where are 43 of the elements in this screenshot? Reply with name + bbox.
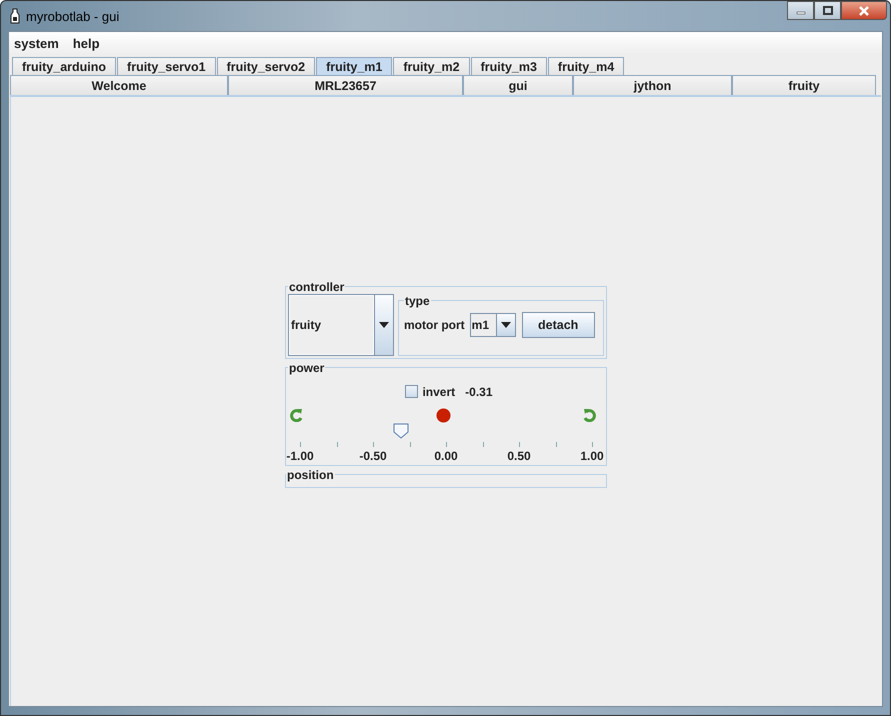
caret-icon — [379, 322, 389, 328]
invert-checkbox[interactable] — [405, 385, 418, 398]
tab[interactable]: jython — [573, 75, 732, 95]
invert-label: invert — [422, 384, 456, 398]
tab[interactable]: fruity_arduino — [12, 57, 116, 75]
maximize-icon — [822, 6, 832, 15]
tab[interactable]: fruity — [732, 75, 876, 95]
detach-button[interactable]: detach — [522, 312, 595, 338]
menu-item[interactable]: help — [72, 36, 100, 50]
caret-icon — [500, 322, 511, 328]
tab[interactable]: fruity_servo1 — [117, 57, 216, 75]
tab[interactable]: fruity_m4 — [548, 57, 624, 75]
port-dropdown[interactable]: m1 — [470, 312, 516, 336]
close-icon — [858, 6, 870, 16]
group-title: power — [288, 360, 326, 374]
tab[interactable]: fruity_m2 — [393, 57, 470, 75]
app-icon — [10, 8, 20, 24]
tab[interactable]: fruity_m3 — [470, 57, 547, 75]
tab[interactable]: fruity_m1 — [316, 57, 392, 75]
close-button[interactable] — [841, 1, 887, 20]
tick-label: 1.00 — [580, 448, 604, 462]
rotate-right-icon[interactable] — [582, 408, 596, 422]
tab[interactable]: Welcome — [10, 75, 228, 95]
controller-dropdown[interactable]: fruity — [288, 294, 394, 356]
maximize-button[interactable] — [814, 1, 841, 20]
tick-label: 0.50 — [507, 448, 531, 462]
window-title: myrobotlab - gui — [26, 8, 120, 24]
minimize-button[interactable] — [787, 1, 814, 20]
power-reading: -0.31 — [465, 384, 493, 398]
slider-thumb[interactable] — [392, 422, 409, 438]
tick-label: -1.00 — [286, 448, 314, 462]
tab[interactable]: fruity_servo2 — [216, 57, 316, 75]
status-light-icon — [436, 408, 450, 422]
rotate-left-icon[interactable] — [290, 408, 304, 422]
motor-port-label: motor port — [404, 318, 465, 332]
tab[interactable]: MRL23657 — [228, 75, 463, 95]
tick-label: -0.50 — [359, 448, 387, 462]
tab[interactable]: gui — [463, 75, 573, 95]
group-title: controller — [288, 280, 346, 294]
group-title: type — [404, 294, 431, 308]
tick-label: 0.00 — [434, 448, 458, 462]
group-title: position — [286, 468, 335, 482]
menu-item[interactable]: system — [14, 36, 59, 50]
